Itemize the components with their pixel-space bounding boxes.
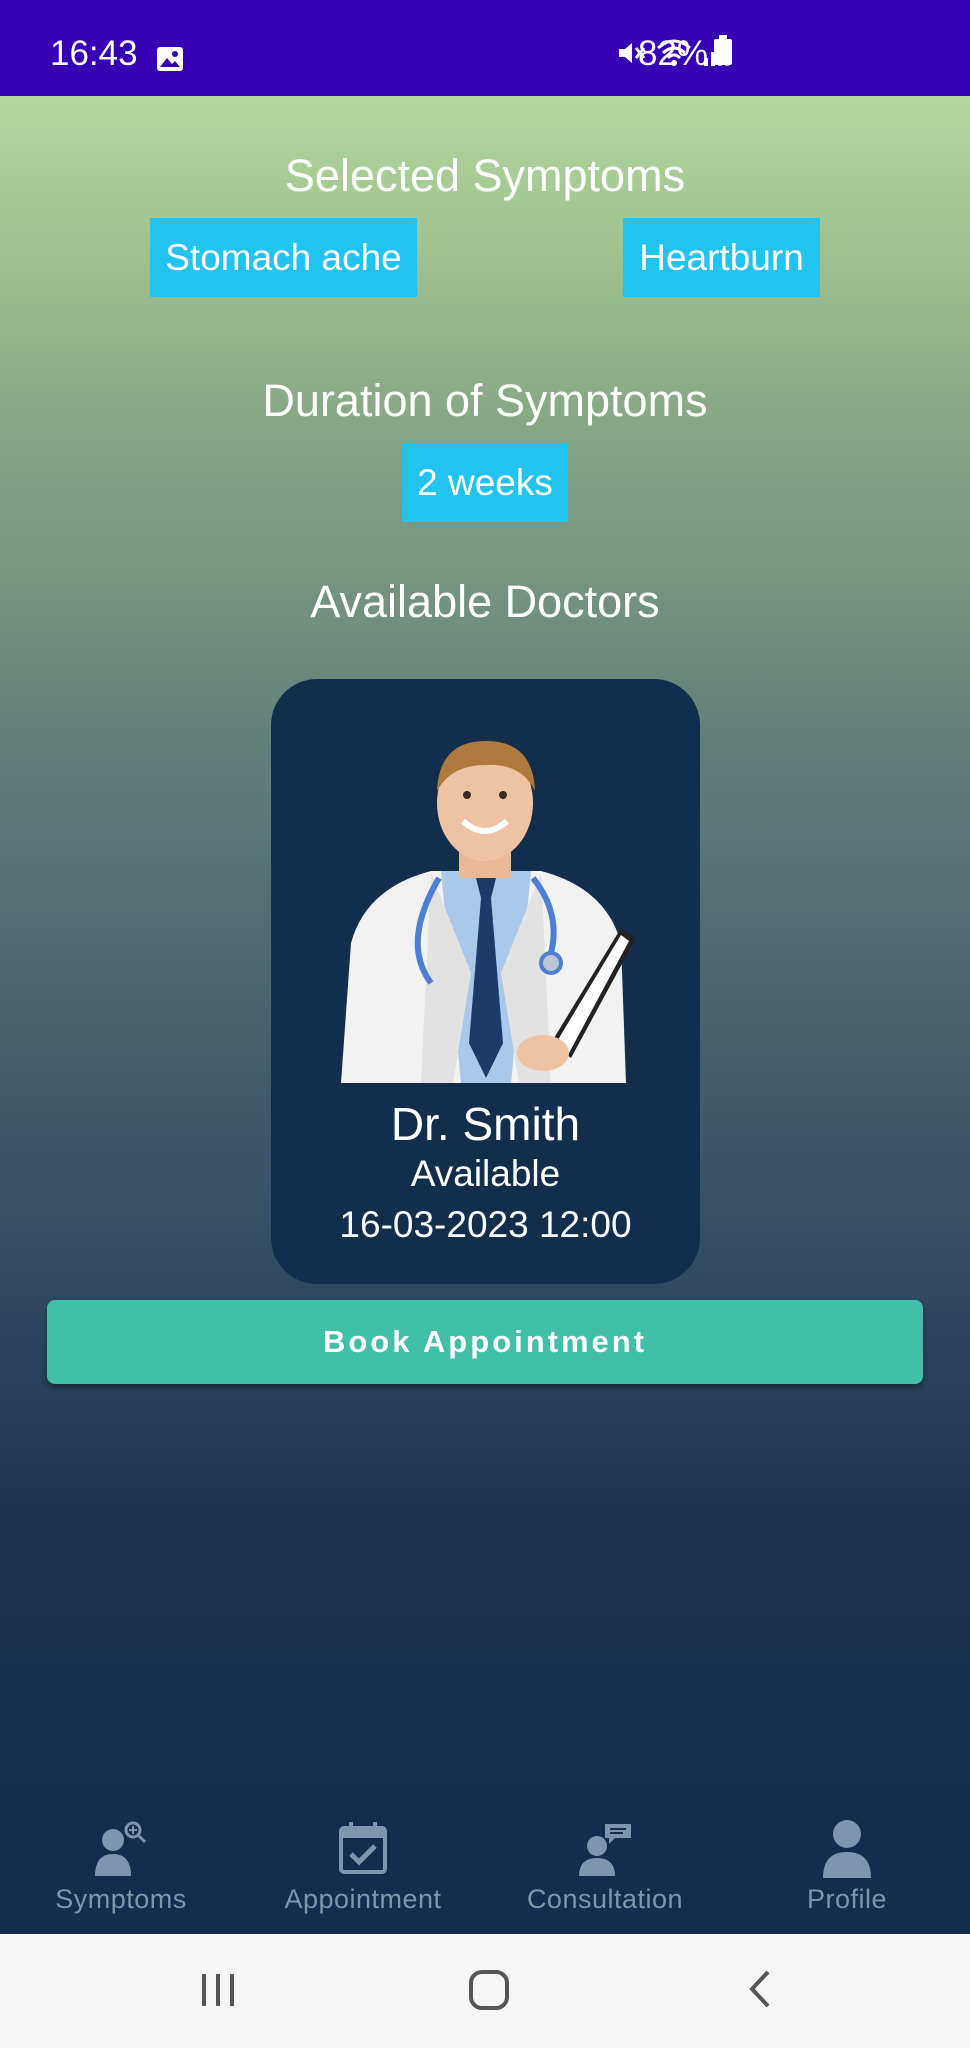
symptoms-icon [91,1818,151,1883]
profile-icon [817,1818,877,1883]
nav-label-symptoms: Symptoms [55,1884,187,1914]
doctor-datetime: 16-03-2023 12:00 [339,1204,632,1245]
duration-chip[interactable]: 2 weeks [402,443,568,522]
main-content: Selected Symptoms Stomach ache Heartburn… [0,96,970,1802]
doctor-name: Dr. Smith [390,1098,581,1150]
symptom-chip[interactable]: Stomach ache [150,218,417,297]
symptom-chip[interactable]: Heartburn [623,218,820,297]
system-navigation-bar [0,1934,970,2048]
available-doctors-title: Available Doctors [310,576,660,627]
home-icon[interactable] [467,1964,511,2019]
recent-apps-icon[interactable] [198,1964,238,2019]
nav-label-appointment: Appointment [284,1884,442,1914]
nav-item-symptoms[interactable]: Symptoms [0,1802,242,1934]
selected-symptoms-title: Selected Symptoms [284,150,686,201]
duration-title: Duration of Symptoms [262,375,708,426]
battery-percent: 82% [638,34,709,73]
battery-status: 82% [638,34,733,74]
doctor-card[interactable]: Dr. Smith Available 16-03-2023 12:00 [271,679,700,1284]
status-bar: 16:43 82% [0,0,970,96]
nav-label-consultation: Consultation [526,1884,684,1914]
nav-item-appointment[interactable]: Appointment [242,1802,484,1934]
nav-item-consultation[interactable]: Consultation [484,1802,726,1934]
doctor-status: Available [410,1153,561,1194]
calendar-check-icon [333,1818,393,1883]
bottom-navigation: Symptoms Appointment Consultation Profil… [0,1802,970,1934]
consultation-icon [575,1818,635,1883]
nav-label-profile: Profile [806,1884,888,1914]
status-time: 16:43 [50,34,138,73]
doctor-photo [321,713,651,1083]
battery-icon [714,34,733,74]
back-icon[interactable] [742,1964,778,2019]
nav-item-profile[interactable]: Profile [726,1802,968,1934]
gallery-icon [156,46,184,77]
book-appointment-button[interactable]: Book Appointment [47,1300,923,1384]
